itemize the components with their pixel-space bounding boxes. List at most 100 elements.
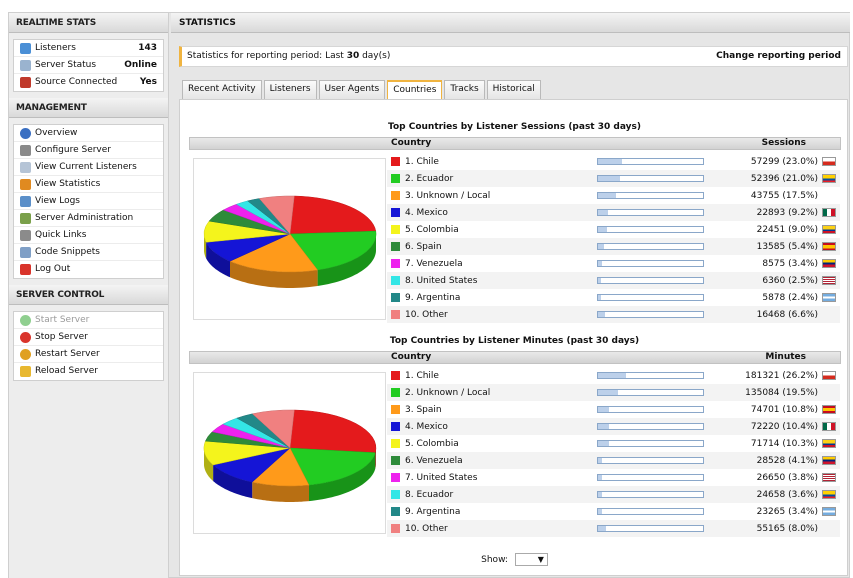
show-select[interactable]: ▼ [514,553,548,566]
tab-countries[interactable]: Countries [387,80,443,100]
country-value: 24658 (3.6%) [756,489,818,500]
percent-bar [597,525,704,532]
nav-code-snippets[interactable]: Code Snippets [14,244,163,261]
change-reporting-period-link[interactable]: Change reporting period [716,47,841,66]
sessions-col-value: Sessions [761,138,806,148]
country-name: 9. Argentina [405,506,461,517]
nav-view-logs[interactable]: View Logs [14,193,163,210]
percent-bar [597,175,704,182]
tab-recent-activity[interactable]: Recent Activity [182,80,262,99]
countries-content: Top Countries by Listener Sessions (past… [179,99,848,576]
percent-bar [597,440,704,447]
percent-bar [597,209,704,216]
nav-label: Log Out [35,264,71,274]
control-reload-server[interactable]: Reload Server [14,363,163,380]
tab-historical[interactable]: Historical [486,80,541,99]
minutes-row: 5. Colombia 71714 (10.3%) [387,435,840,452]
country-name: 10. Other [405,309,448,320]
mexico-flag-icon [822,208,836,217]
country-value: 22893 (9.2%) [756,207,818,218]
colombia-flag-icon [822,439,836,448]
minutes-row: 8. Ecuador 24658 (3.6%) [387,486,840,503]
country-value: 23265 (3.4%) [756,506,818,517]
pie-slice [289,409,377,453]
none-flag-icon [822,524,836,533]
country-value: 6360 (2.5%) [762,275,818,286]
users-icon [20,42,31,54]
percent-bar-fill [598,441,609,446]
nav-quick-links[interactable]: Quick Links [14,227,163,244]
usa-flag-icon [822,276,836,285]
percent-bar [597,311,704,318]
country-value: 16468 (6.6%) [756,309,818,320]
spain-flag-icon [822,405,836,414]
chile-flag-icon [822,371,836,380]
realtime-stats-header: REALTIME STATS [9,13,168,33]
minutes-table: 1. Chile 181321 (26.2%) 2. Unknown / Local… [387,367,840,537]
percent-bar [597,226,704,233]
percent-bar [597,389,704,396]
legend-swatch [391,191,400,200]
percent-bar-fill [598,424,609,429]
server-control-header: SERVER CONTROL [9,285,168,305]
percent-bar [597,158,704,165]
percent-bar [597,243,704,250]
sessions-row: 5. Colombia 22451 (9.0%) [387,221,840,238]
legend-swatch [391,439,400,448]
control-restart-server[interactable]: Restart Server [14,346,163,363]
document-icon [20,161,31,173]
play-icon [20,314,31,326]
country-value: 22451 (9.0%) [756,224,818,235]
minutes-row: 10. Other 55165 (8.0%) [387,520,840,537]
statistics-header: STATISTICS [171,13,850,33]
argentina-flag-icon [822,507,836,516]
sessions-row: 1. Chile 57299 (23.0%) [387,153,840,170]
server-control-menu: Start Server Stop Server Restart Server Rel… [13,311,164,381]
pie-chart-icon [20,178,31,190]
sidebar: REALTIME STATS Listeners 143 Server Status… [9,13,169,578]
percent-bar [597,474,704,481]
venezuela-flag-icon [822,259,836,268]
nav-overview[interactable]: Overview [14,125,163,142]
restart-icon [20,348,31,360]
country-name: 8. United States [405,275,478,286]
tab-tracks[interactable]: Tracks [444,80,485,99]
legend-swatch [391,225,400,234]
nav-log-out[interactable]: Log Out [14,261,163,278]
ecuador-flag-icon [822,174,836,183]
pie-slice [289,195,377,235]
nav-view-statistics[interactable]: View Statistics [14,176,163,193]
tab-user-agents[interactable]: User Agents [318,80,386,99]
stat-source-connected: Source Connected Yes [14,74,163,91]
country-name: 3. Spain [405,404,442,415]
minutes-col-value: Minutes [765,352,806,362]
stat-label: Source Connected [35,77,118,87]
nav-view-current-listeners[interactable]: View Current Listeners [14,159,163,176]
nav-label: Quick Links [35,229,87,240]
spain-flag-icon [822,242,836,251]
country-value: 13585 (5.4%) [756,241,818,252]
legend-swatch [391,473,400,482]
nav-server-administration[interactable]: Server Administration [14,210,163,227]
control-label: Restart Server [35,348,100,359]
country-value: 52396 (21.0%) [750,173,818,184]
legend-swatch [391,507,400,516]
sessions-row: 4. Mexico 22893 (9.2%) [387,204,840,221]
control-stop-server[interactable]: Stop Server [14,329,163,346]
sessions-table: 1. Chile 57299 (23.0%) 2. Ecuador 52396 (21… [387,153,840,323]
nav-label: Code Snippets [35,246,100,257]
country-name: 10. Other [405,523,448,534]
nav-configure-server[interactable]: Configure Server [14,142,163,159]
country-name: 5. Colombia [405,224,459,235]
legend-swatch [391,310,400,319]
tab-listeners[interactable]: Listeners [263,80,317,99]
percent-bar [597,457,704,464]
stop-icon [20,331,31,343]
percent-bar [597,423,704,430]
control-start-server[interactable]: Start Server [14,312,163,329]
country-name: 7. Venezuela [405,258,463,269]
country-value: 8575 (3.4%) [762,258,818,269]
logout-x-icon [20,264,31,275]
percent-bar-fill [598,373,626,378]
percent-bar-fill [598,295,601,300]
